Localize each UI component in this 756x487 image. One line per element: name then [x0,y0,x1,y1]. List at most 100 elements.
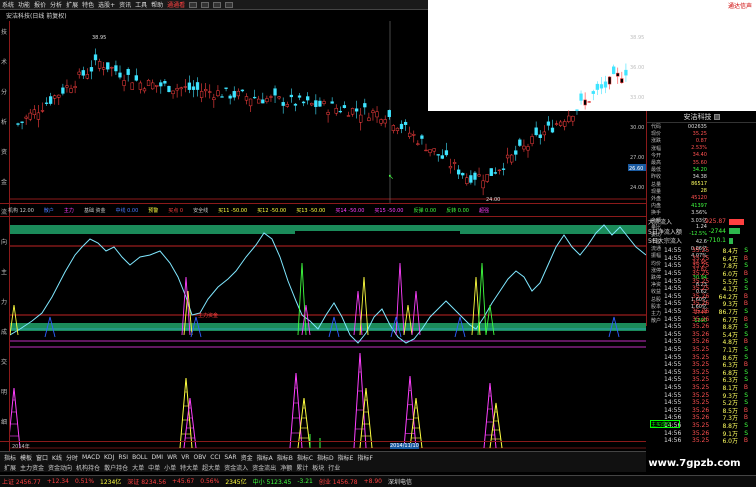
indicator-tab[interactable]: 指标D [317,453,334,462]
extension-tab[interactable]: 特大单 [180,463,198,472]
indicator-tab[interactable]: 窗口 [36,453,48,462]
left-tab-char[interactable]: 明 [1,387,7,396]
menu-item[interactable]: 功能 [18,0,30,9]
indicator-tab[interactable]: CCI [210,454,220,461]
indicator-tab[interactable]: 指标 [4,453,16,462]
indicator-tab[interactable]: 资金 [241,453,253,462]
menu-item[interactable]: 工具 [135,0,147,9]
indicator-tabs[interactable]: 指标 模板 窗口 K线 分时 MACD KDJ RSI BOLL DMI WR VR OBV CCI SAR… [0,451,646,462]
osc-mid-label: 主力资金 [198,312,218,319]
left-tab-char[interactable]: 术 [1,57,7,66]
signal-chart[interactable] [10,345,646,450]
candle [469,175,473,183]
extension-tab[interactable]: 大单 [132,463,144,472]
menu-item-highlight[interactable]: 通通看 [167,0,185,9]
indicator-tab[interactable]: SAR [224,454,236,461]
left-tab-char[interactable]: 成 [1,327,7,336]
menu-item[interactable]: 扩展 [66,0,78,9]
indicator-tab[interactable]: DMI [152,454,164,461]
extension-tab[interactable]: 散户持仓 [104,463,128,472]
quote-value: 28 [700,188,707,195]
toolbar-icon[interactable] [189,1,198,8]
extension-tab[interactable]: 板块 [312,463,324,472]
price-axis-label: 24.00 [630,185,644,191]
indicator-tab[interactable]: VR [181,454,189,461]
candle [32,109,36,116]
menu-item[interactable]: 帮助 [151,0,163,9]
tick-time: 14:55 [664,285,682,293]
extension-tabs[interactable]: 扩展 主力资金 资金动向 机构持仓 散户持仓 大单 中单 小单 特大单 超大单 资金流入 资金流出 净额… [0,462,646,472]
tick-time: 14:55 [664,376,682,384]
indicator-tab[interactable]: 分时 [66,453,78,462]
toolbar-icon[interactable] [213,1,222,8]
menu-item[interactable]: 特色 [82,0,94,9]
extension-tab[interactable]: 累计 [296,463,308,472]
watermark: www.7gpzb.com [633,452,756,474]
left-tab-char[interactable]: 主 [1,267,7,276]
candle [310,103,314,106]
candle [477,174,481,177]
candle [342,105,347,108]
left-tab-char[interactable]: 细 [1,417,7,426]
indicator-tab[interactable]: K线 [52,453,62,462]
indicator-tab[interactable]: WR [167,454,177,461]
left-tab-char[interactable]: 交 [1,357,7,366]
extension-tab[interactable]: 主力资金 [20,463,44,472]
settings-icon[interactable] [713,113,720,120]
candle [330,101,334,104]
extension-tab[interactable]: 机构持仓 [76,463,100,472]
flow-value: 925.87 [705,218,726,226]
indicator-tab[interactable]: BOLL [132,454,147,461]
extension-tab[interactable]: 中单 [148,463,160,472]
left-tab-char[interactable]: 分 [1,87,7,96]
left-tab-char[interactable]: 力 [1,297,7,306]
menu-item[interactable]: 选股+ [98,0,115,9]
left-vertical-tabs[interactable]: 技术分析资金流向主力成交明细 [0,21,10,451]
status-item: 0.51% [74,478,95,485]
extension-tab[interactable]: 资金流出 [252,463,276,472]
quote-value: 0.87 [695,137,707,144]
menu-item[interactable]: 系统 [2,0,14,9]
oscillator-chart[interactable]: 主力资金 [10,217,646,345]
candle [228,95,232,99]
quote-value: 45120 [691,195,707,202]
tick-time: 14:55 [664,270,682,278]
tick-filter-button[interactable]: 主买成交 [650,420,680,428]
candle [252,96,257,99]
extension-tab[interactable]: 净额 [280,463,292,472]
tick-row: 14:55 35.25 6.0万 B [664,270,756,278]
candle [505,154,510,159]
indicator-tab[interactable]: OBV [193,454,206,461]
menu-item[interactable]: 资讯 [119,0,131,9]
extension-tab[interactable]: 资金流入 [224,463,248,472]
toolbar-icon[interactable] [201,1,210,8]
extension-tab[interactable]: 超大单 [202,463,220,472]
indicator-tab[interactable]: 指标C [297,453,313,462]
indicator-tab[interactable]: RSI [118,454,128,461]
extension-tab[interactable]: 行业 [328,463,340,472]
indicator-tab[interactable]: 模板 [20,453,32,462]
candlestick-chart[interactable]: 38.9536.0033.0030.0027.0024.0038.9524.00… [10,21,646,203]
quote-value: 41397 [691,202,707,209]
left-tab-char[interactable]: 资 [1,147,7,156]
indicator-tab[interactable]: 指标F [357,453,372,462]
indicator-tab[interactable]: 指标E [338,453,354,462]
toolbar-icon[interactable] [225,1,234,8]
indicator-tab[interactable]: KDJ [104,454,114,461]
extension-tab[interactable]: 扩展 [4,463,16,472]
candle [187,82,192,90]
tick-side: B [743,270,748,278]
left-tab-char[interactable]: 技 [1,27,7,36]
candle [428,149,432,153]
menu-item[interactable]: 报价 [34,0,46,9]
indicator-tab[interactable]: 指标B [277,453,293,462]
indicator-tab[interactable]: MACD [82,454,100,461]
left-tab-char[interactable]: 金 [1,177,7,186]
extension-tab[interactable]: 小单 [164,463,176,472]
left-tab-char[interactable]: 向 [1,237,7,246]
menu-item[interactable]: 分析 [50,0,62,9]
indicator-tab[interactable]: 指标A [257,453,273,462]
extension-tab[interactable]: 资金动向 [48,463,72,472]
menu-bar: 系统 功能 报价 分析 扩展 特色 选股+ 资讯 工具 帮助 通通看 [0,0,428,10]
left-tab-char[interactable]: 析 [1,117,7,126]
